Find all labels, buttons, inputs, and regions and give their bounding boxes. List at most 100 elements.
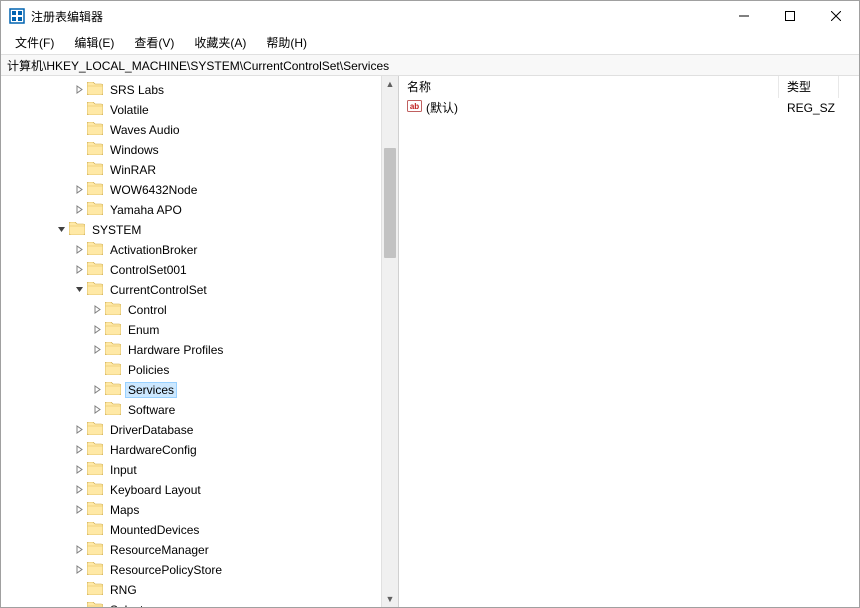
- tree-item-label: SYSTEM: [89, 222, 144, 238]
- value-name: (默认): [426, 99, 458, 116]
- scroll-up-button[interactable]: ▲: [382, 76, 398, 93]
- column-type[interactable]: 类型: [779, 76, 839, 98]
- tree-item-label: ResourcePolicyStore: [107, 562, 225, 578]
- tree-item[interactable]: Policies: [19, 360, 398, 380]
- tree-expander-closed-icon[interactable]: [73, 444, 85, 456]
- tree-item-label: SRS Labs: [107, 82, 167, 98]
- address-bar[interactable]: 计算机\HKEY_LOCAL_MACHINE\SYSTEM\CurrentCon…: [1, 54, 859, 76]
- tree-expander-closed-icon[interactable]: [73, 264, 85, 276]
- content-panes: SRS Labs Volatile Waves Audio Windows WinRAR…: [1, 76, 859, 607]
- tree-expander-closed-icon[interactable]: [73, 504, 85, 516]
- tree-item[interactable]: Enum: [19, 320, 398, 340]
- tree-item-label: WinRAR: [107, 162, 159, 178]
- tree-item[interactable]: Volatile: [19, 100, 398, 120]
- tree-scrollbar[interactable]: ▲ ▼: [381, 76, 398, 607]
- tree-item[interactable]: ResourceManager: [19, 540, 398, 560]
- menu-favorites[interactable]: 收藏夹(A): [184, 31, 256, 54]
- folder-icon: [105, 322, 125, 338]
- tree-expander-closed-icon[interactable]: [91, 404, 103, 416]
- tree-expander-closed-icon[interactable]: [73, 244, 85, 256]
- tree-item[interactable]: Services: [19, 380, 398, 400]
- tree-item[interactable]: CurrentControlSet: [19, 280, 398, 300]
- tree-item[interactable]: ActivationBroker: [19, 240, 398, 260]
- tree-item-label: Yamaha APO: [107, 202, 185, 218]
- tree-item-label: Enum: [125, 322, 162, 338]
- tree-expander-closed-icon[interactable]: [91, 324, 103, 336]
- tree-expander-closed-icon[interactable]: [91, 384, 103, 396]
- tree-item[interactable]: WOW6432Node: [19, 180, 398, 200]
- tree-item-label: ActivationBroker: [107, 242, 200, 258]
- tree-expander-open-icon[interactable]: [55, 224, 67, 236]
- tree-item[interactable]: Yamaha APO: [19, 200, 398, 220]
- tree-item[interactable]: Control: [19, 300, 398, 320]
- tree-item[interactable]: Waves Audio: [19, 120, 398, 140]
- tree-item[interactable]: Software: [19, 400, 398, 420]
- folder-icon: [105, 302, 125, 318]
- tree-item[interactable]: Windows: [19, 140, 398, 160]
- string-value-icon: ab: [407, 99, 426, 117]
- folder-icon: [105, 342, 125, 358]
- tree-item-label: Hardware Profiles: [125, 342, 226, 358]
- tree-item[interactable]: ResourcePolicyStore: [19, 560, 398, 580]
- tree-expander-closed-icon[interactable]: [91, 304, 103, 316]
- tree-item[interactable]: SYSTEM: [19, 220, 398, 240]
- folder-icon: [69, 222, 89, 238]
- list-body: ab(默认)REG_SZ: [399, 98, 859, 118]
- address-text: 计算机\HKEY_LOCAL_MACHINE\SYSTEM\CurrentCon…: [7, 57, 389, 74]
- tree-item-label: MountedDevices: [107, 522, 202, 538]
- folder-icon: [87, 122, 107, 138]
- tree-expander-closed-icon[interactable]: [91, 344, 103, 356]
- tree-expander-closed-icon[interactable]: [73, 564, 85, 576]
- tree-item[interactable]: RNG: [19, 580, 398, 600]
- tree-item-label: ResourceManager: [107, 542, 212, 558]
- tree-item-label: Policies: [125, 362, 172, 378]
- tree-expander-open-icon[interactable]: [73, 284, 85, 296]
- menu-help[interactable]: 帮助(H): [256, 31, 317, 54]
- close-button[interactable]: [813, 1, 859, 31]
- folder-icon: [87, 442, 107, 458]
- tree-item[interactable]: Hardware Profiles: [19, 340, 398, 360]
- tree-item[interactable]: Keyboard Layout: [19, 480, 398, 500]
- tree-item-label: WOW6432Node: [107, 182, 200, 198]
- scroll-track[interactable]: [382, 93, 398, 590]
- tree-expander-closed-icon[interactable]: [73, 184, 85, 196]
- window-root: 注册表编辑器 文件(F) 编辑(E) 查看(V) 收藏夹(A) 帮助(H) 计算…: [0, 0, 860, 608]
- values-pane: 名称 类型 ab(默认)REG_SZ: [399, 76, 859, 607]
- tree-item[interactable]: Select: [19, 600, 398, 607]
- folder-icon: [87, 582, 107, 598]
- column-name[interactable]: 名称: [399, 76, 779, 98]
- tree-expander-closed-icon[interactable]: [73, 484, 85, 496]
- folder-icon: [87, 502, 107, 518]
- menu-view[interactable]: 查看(V): [124, 31, 184, 54]
- tree-item-label: DriverDatabase: [107, 422, 196, 438]
- tree-item-label: CurrentControlSet: [107, 282, 210, 298]
- scroll-down-button[interactable]: ▼: [382, 590, 398, 607]
- tree-expander-closed-icon[interactable]: [73, 424, 85, 436]
- folder-icon: [87, 522, 107, 538]
- tree-expander-closed-icon[interactable]: [73, 84, 85, 96]
- tree-pane: SRS Labs Volatile Waves Audio Windows WinRAR…: [1, 76, 399, 607]
- tree-expander-closed-icon[interactable]: [73, 464, 85, 476]
- tree-item[interactable]: Maps: [19, 500, 398, 520]
- minimize-button[interactable]: [721, 1, 767, 31]
- tree-item-label: Volatile: [107, 102, 152, 118]
- list-header: 名称 类型: [399, 76, 859, 98]
- tree-item[interactable]: ControlSet001: [19, 260, 398, 280]
- tree-item[interactable]: HardwareConfig: [19, 440, 398, 460]
- tree-expander-closed-icon[interactable]: [73, 204, 85, 216]
- tree-item[interactable]: SRS Labs: [19, 80, 398, 100]
- tree-item-label: RNG: [107, 582, 140, 598]
- menu-edit[interactable]: 编辑(E): [64, 31, 124, 54]
- menu-file[interactable]: 文件(F): [5, 31, 64, 54]
- tree-expander-closed-icon[interactable]: [73, 544, 85, 556]
- tree-item[interactable]: DriverDatabase: [19, 420, 398, 440]
- folder-icon: [87, 562, 107, 578]
- maximize-button[interactable]: [767, 1, 813, 31]
- tree-item[interactable]: WinRAR: [19, 160, 398, 180]
- scroll-thumb[interactable]: [384, 148, 396, 258]
- tree-item[interactable]: Input: [19, 460, 398, 480]
- tree-item-label: Windows: [107, 142, 162, 158]
- registry-tree[interactable]: SRS Labs Volatile Waves Audio Windows WinRAR…: [11, 76, 398, 607]
- value-row[interactable]: ab(默认)REG_SZ: [399, 98, 859, 118]
- tree-item[interactable]: MountedDevices: [19, 520, 398, 540]
